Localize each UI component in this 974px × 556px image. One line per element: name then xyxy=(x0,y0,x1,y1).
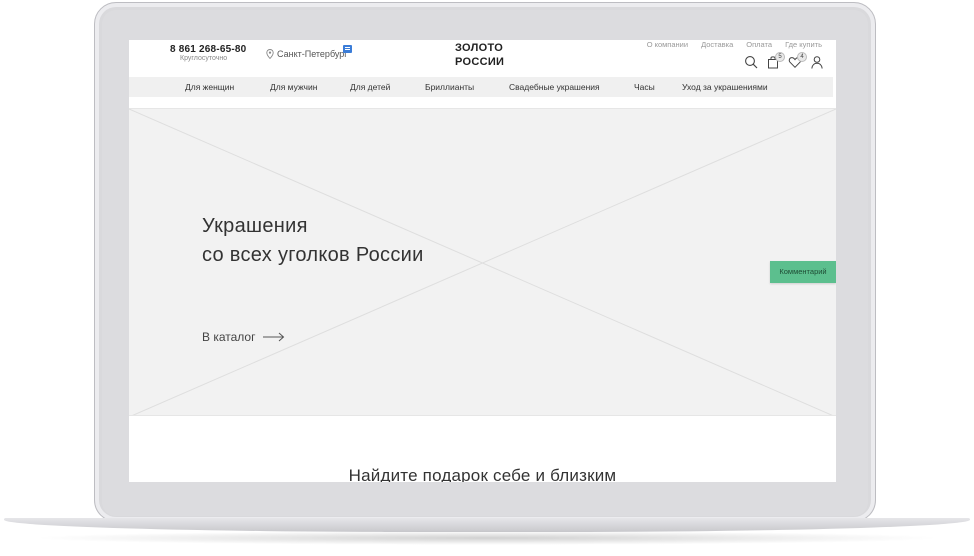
comment-button[interactable]: Комментарий xyxy=(770,261,836,283)
nav-item-men[interactable]: Для мужчин xyxy=(270,82,317,92)
header-icons: 5 4 xyxy=(744,52,824,69)
link-about[interactable]: О компании xyxy=(647,40,688,49)
link-delivery[interactable]: Доставка xyxy=(701,40,733,49)
catalog-link-label: В каталог xyxy=(202,330,256,344)
city-selector[interactable]: Санкт-Петербург xyxy=(266,49,348,59)
nav-item-diamonds[interactable]: Бриллианты xyxy=(425,82,474,92)
link-where-to-buy[interactable]: Где купить xyxy=(785,40,822,49)
favorites-count: 4 xyxy=(797,52,807,62)
link-payment[interactable]: Оплата xyxy=(746,40,772,49)
hero-title-line-1: Украшения xyxy=(202,215,308,237)
hero-title: Украшения со всех уголков России xyxy=(202,212,424,270)
location-pin-icon xyxy=(266,49,274,59)
logo[interactable]: ЗОЛОТО РОССИИ xyxy=(455,41,504,69)
nav-item-kids[interactable]: Для детей xyxy=(350,82,390,92)
favorites-button[interactable]: 4 xyxy=(788,52,807,69)
hero-title-line-2: со всех уголков России xyxy=(202,244,424,266)
search-icon xyxy=(745,56,758,69)
nav-item-women[interactable]: Для женщин xyxy=(185,82,234,92)
cart-count: 5 xyxy=(775,52,785,62)
cart-button[interactable]: 5 xyxy=(766,52,785,69)
phone-hours: Круглосуточно xyxy=(180,55,228,62)
laptop-shadow xyxy=(30,531,944,545)
top-links: О компании Доставка Оплата Где купить xyxy=(647,40,822,49)
website-screen: 8 861 268-65-80 Круглосуточно Санкт-Пете… xyxy=(129,40,836,482)
site-header: 8 861 268-65-80 Круглосуточно Санкт-Пете… xyxy=(129,40,836,78)
nav-item-watches[interactable]: Часы xyxy=(634,82,655,92)
catalog-link[interactable]: В каталог xyxy=(202,330,285,344)
phone-number[interactable]: 8 861 268-65-80 xyxy=(170,44,246,55)
arrow-right-icon xyxy=(263,332,285,342)
chat-badge-icon[interactable] xyxy=(343,45,352,53)
main-nav: Для женщин Для мужчин Для детей Бриллиан… xyxy=(129,77,833,97)
laptop-base xyxy=(4,518,970,532)
account-button[interactable] xyxy=(810,55,824,69)
section-title: Найдите подарок себе и близким xyxy=(348,466,617,482)
hero-banner: Украшения со всех уголков России В катал… xyxy=(129,108,836,416)
nav-item-care[interactable]: Уход за украшениями xyxy=(682,82,768,92)
user-icon xyxy=(811,56,823,69)
nav-item-wedding[interactable]: Свадебные украшения xyxy=(509,82,600,92)
city-name: Санкт-Петербург xyxy=(277,49,348,59)
logo-line-1: ЗОЛОТО xyxy=(455,42,504,54)
search-button[interactable] xyxy=(744,55,758,69)
logo-line-2: РОССИИ xyxy=(455,56,505,68)
